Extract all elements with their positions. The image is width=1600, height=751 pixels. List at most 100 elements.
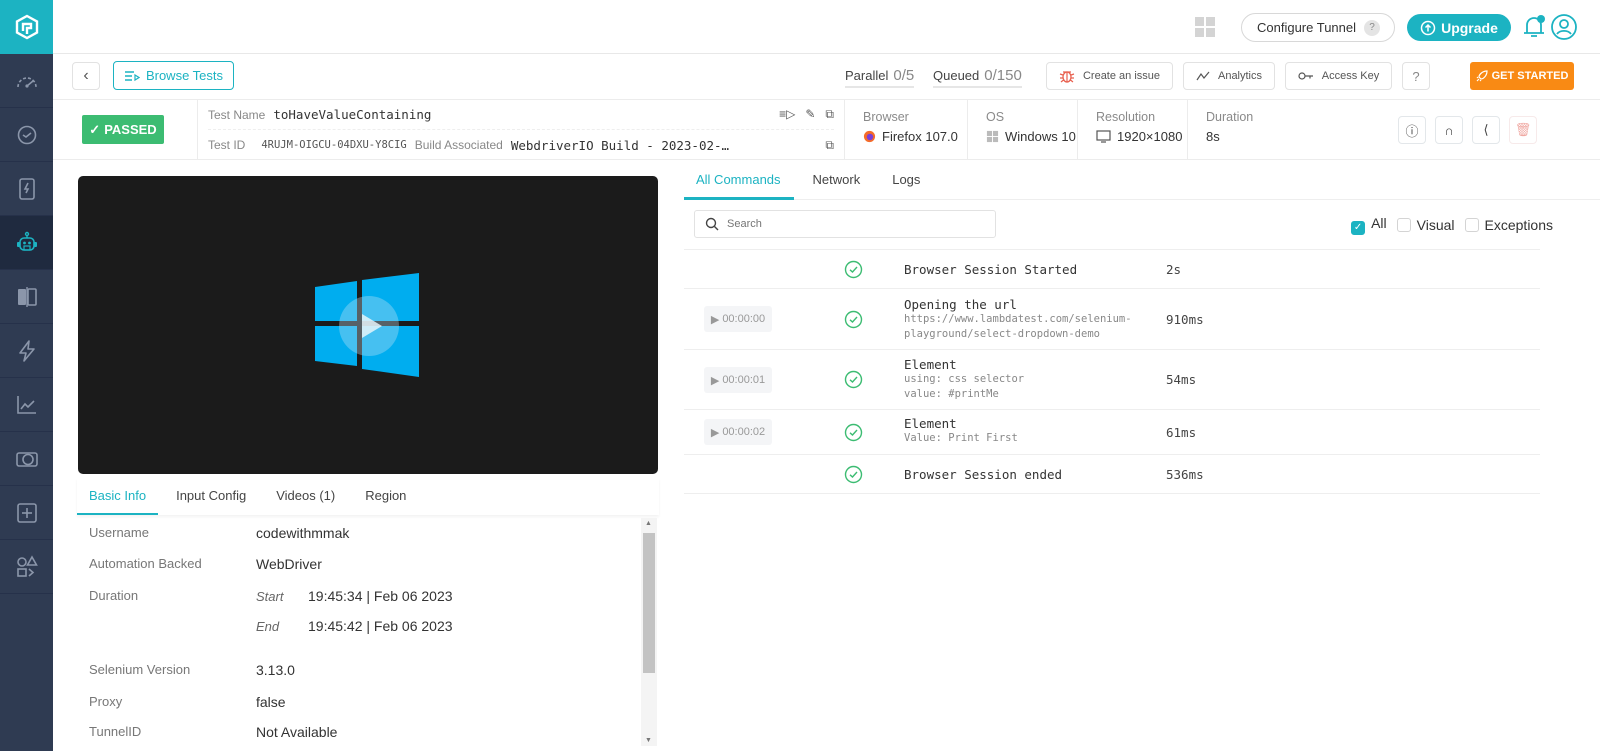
upgrade-button[interactable]: Upgrade: [1407, 14, 1511, 41]
sidebar-item-analytics[interactable]: [0, 378, 53, 432]
search-icon: [705, 217, 719, 231]
sidebar-item-dashboard[interactable]: [0, 54, 53, 108]
command-name: Browser Session Started: [904, 262, 1078, 277]
build-name[interactable]: WebdriverIO Build - 2023-02-…: [511, 138, 729, 153]
notification-bell-icon[interactable]: [1521, 13, 1547, 41]
test-name-label: Test Name: [208, 107, 266, 122]
command-row[interactable]: Browser Session Started 2s: [684, 250, 1540, 289]
filter-all-label: All: [1371, 215, 1387, 231]
scroll-thumb[interactable]: [643, 533, 655, 673]
success-check-icon: [844, 310, 863, 329]
analytics-button[interactable]: Analytics: [1183, 62, 1275, 90]
duration-value: 8s: [1206, 129, 1220, 144]
search-box[interactable]: [694, 210, 996, 238]
tab-logs[interactable]: Logs: [880, 160, 933, 200]
share-button[interactable]: ⟨: [1472, 116, 1500, 144]
sidebar-item-app-testing[interactable]: [0, 162, 53, 216]
tunnel-button[interactable]: ∩: [1435, 116, 1463, 144]
checkbox-icon[interactable]: [1396, 217, 1411, 232]
command-row[interactable]: ▶ 00:00:00 Opening the url https://www.la…: [684, 289, 1540, 350]
timestamp-chip[interactable]: ▶ 00:00:00: [704, 306, 772, 332]
filter-visual-label: Visual: [1416, 216, 1455, 233]
info-scrollbar[interactable]: ▲ ▼: [641, 518, 657, 746]
sidebar-item-automation[interactable]: [0, 216, 53, 270]
speedometer-icon: [16, 76, 37, 88]
tab-basic-info[interactable]: Basic Info: [77, 478, 159, 515]
browse-tests-button[interactable]: Browse Tests: [113, 61, 234, 90]
build-actions: ⧉: [825, 138, 834, 153]
tab-network[interactable]: Network: [801, 160, 874, 200]
tab-region[interactable]: Region: [353, 478, 418, 515]
command-text: Browser Session ended: [904, 467, 1062, 482]
trend-icon: [1196, 71, 1210, 81]
plus-square-icon: [16, 502, 37, 523]
success-check-icon: [844, 465, 863, 484]
copy-icon[interactable]: ⧉: [825, 138, 834, 153]
success-check-icon: [844, 370, 863, 389]
chevron-left-icon: ‹: [83, 67, 89, 84]
info-button[interactable]: ⓘ: [1398, 116, 1426, 144]
get-started-button[interactable]: GET STARTED: [1470, 62, 1574, 90]
access-key-button[interactable]: Access Key: [1285, 62, 1392, 90]
logo-icon: [15, 14, 38, 40]
sidebar: [0, 0, 53, 751]
upgrade-label: Upgrade: [1441, 19, 1498, 36]
play-small-icon: ▶: [710, 374, 720, 387]
queued-label: Queued: [933, 68, 980, 83]
command-row[interactable]: ▶ 00:00:01 Element using: css selector va…: [684, 350, 1540, 410]
help-button[interactable]: ?: [1402, 62, 1430, 90]
resolution-value: 1920×1080: [1117, 129, 1183, 144]
windows-icon: [986, 130, 999, 143]
command-text: Element using: css selector value: #prin…: [904, 357, 1024, 402]
timestamp: 00:00:02: [722, 426, 766, 438]
list-play-icon[interactable]: ≡▷: [779, 107, 795, 122]
end-value: End 19:45:42 | Feb 06 2023: [256, 618, 453, 634]
command-row[interactable]: Browser Session ended 536ms: [684, 455, 1540, 494]
apps-grid-icon[interactable]: [1195, 17, 1215, 37]
os-label: OS: [986, 110, 1005, 124]
parallel-label: Parallel: [845, 68, 889, 83]
play-button[interactable]: [339, 296, 399, 356]
sidebar-item-hyperexecute[interactable]: [0, 324, 53, 378]
command-row[interactable]: ▶ 00:00:02 Element Value: Print First 61m…: [684, 410, 1540, 455]
delete-button[interactable]: 🗑: [1509, 116, 1537, 144]
automation-label: Automation Backed: [89, 556, 202, 571]
create-issue-button[interactable]: Create an issue: [1046, 62, 1173, 90]
lambdatest-logo[interactable]: [0, 0, 53, 54]
sidebar-item-add[interactable]: [0, 486, 53, 540]
configure-tunnel-label: Configure Tunnel: [1257, 20, 1357, 35]
duration-meta: Duration 8s: [1188, 100, 1372, 160]
back-button[interactable]: ‹: [72, 62, 100, 90]
checkbox-icon[interactable]: [1464, 217, 1479, 232]
scroll-up-icon[interactable]: ▲: [645, 520, 652, 527]
sidebar-item-more-apps[interactable]: [0, 540, 53, 594]
status-badge: ✓ PASSED: [82, 115, 164, 144]
tab-videos[interactable]: Videos (1): [264, 478, 347, 515]
timestamp-chip[interactable]: ▶ 00:00:02: [704, 419, 772, 445]
resolution-value-row: 1920×1080: [1096, 129, 1187, 144]
arrow-up-circle-icon: [1420, 20, 1436, 35]
filter-visual[interactable]: Visual: [1396, 216, 1455, 233]
command-text: Browser Session Started: [904, 262, 1077, 277]
filter-exceptions-label: Exceptions: [1484, 216, 1553, 233]
filter-exceptions[interactable]: Exceptions: [1464, 216, 1553, 233]
sidebar-item-test-manager[interactable]: [0, 432, 53, 486]
help-icon[interactable]: ?: [1364, 19, 1381, 36]
user-avatar-icon[interactable]: [1550, 13, 1578, 41]
scroll-down-icon[interactable]: ▼: [645, 737, 652, 744]
command-duration: 536ms: [1166, 467, 1204, 482]
filter-all[interactable]: ✓ All: [1351, 215, 1387, 235]
configure-tunnel-button[interactable]: Configure Tunnel ?: [1241, 13, 1395, 42]
checkbox-checked-icon[interactable]: ✓: [1351, 220, 1366, 235]
sidebar-item-realtime[interactable]: [0, 108, 53, 162]
timestamp-chip[interactable]: ▶ 00:00:01: [704, 367, 772, 393]
tab-input-config[interactable]: Input Config: [164, 478, 258, 515]
username-label: Username: [89, 525, 149, 540]
video-player[interactable]: [78, 176, 658, 474]
duration-value-row: 8s: [1206, 129, 1372, 144]
sidebar-item-visual[interactable]: [0, 270, 53, 324]
edit-pencil-icon[interactable]: ✎: [805, 107, 815, 122]
copy-icon[interactable]: ⧉: [825, 107, 834, 122]
search-input[interactable]: [727, 218, 967, 230]
tab-all-commands[interactable]: All Commands: [684, 160, 794, 200]
